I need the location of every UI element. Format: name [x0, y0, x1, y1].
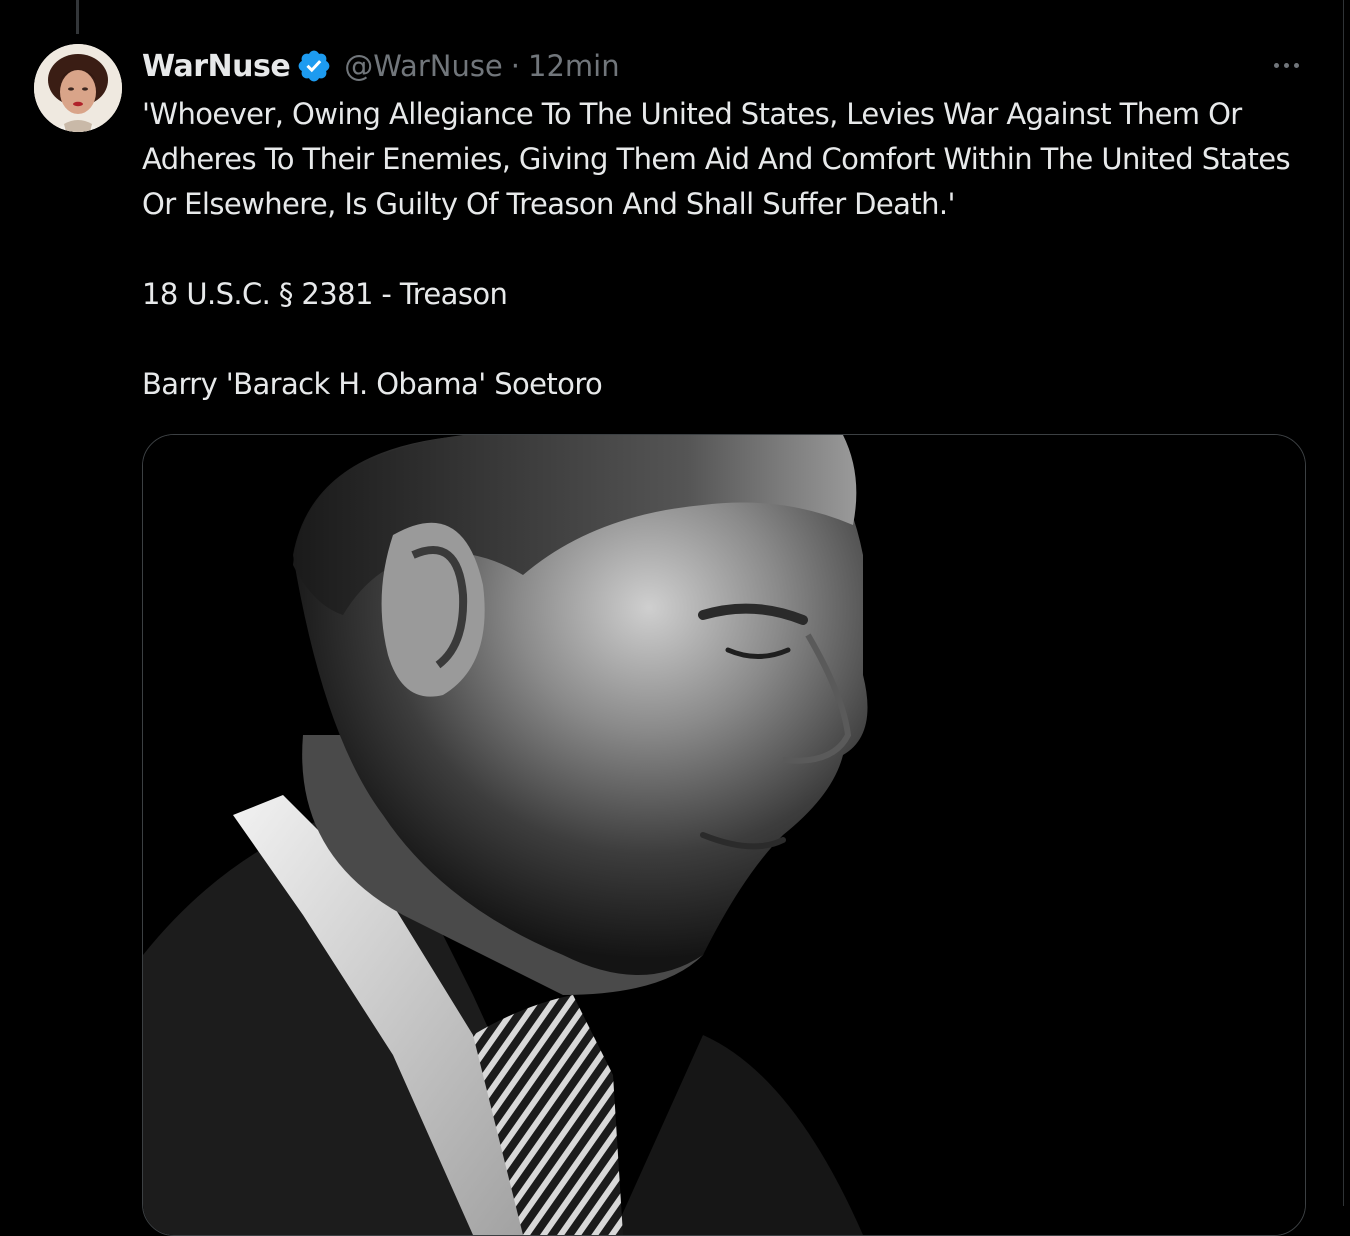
thread-connector-line	[76, 0, 79, 34]
header-separator: ·	[510, 49, 520, 83]
ellipsis-icon-dot	[1293, 62, 1299, 68]
portrait-photo-image	[143, 435, 1305, 1235]
ellipsis-icon-dot	[1273, 62, 1279, 68]
tweet-body-text: 'Whoever, Owing Allegiance To The United…	[142, 92, 1322, 407]
verified-badge-icon[interactable]	[296, 48, 332, 84]
timeline-right-border	[1343, 0, 1344, 1206]
tweet-text-paragraph: Barry 'Barack H. Obama' Soetoro	[142, 367, 603, 401]
more-options-button[interactable]	[1262, 48, 1310, 82]
author-display-name[interactable]: WarNuse	[142, 49, 291, 84]
tweet-timestamp[interactable]: 12min	[528, 49, 620, 83]
avatar-portrait-image	[34, 44, 122, 132]
ellipsis-icon-dot	[1283, 62, 1289, 68]
author-avatar[interactable]	[34, 44, 122, 132]
tweet-text-paragraph: 'Whoever, Owing Allegiance To The United…	[142, 97, 1291, 221]
author-handle[interactable]: @WarNuse	[344, 49, 503, 83]
tweet-media-photo[interactable]	[142, 434, 1306, 1236]
tweet-header: WarNuse @WarNuse · 12min	[142, 44, 620, 88]
tweet-text-paragraph: 18 U.S.C. § 2381 - Treason	[142, 277, 508, 311]
